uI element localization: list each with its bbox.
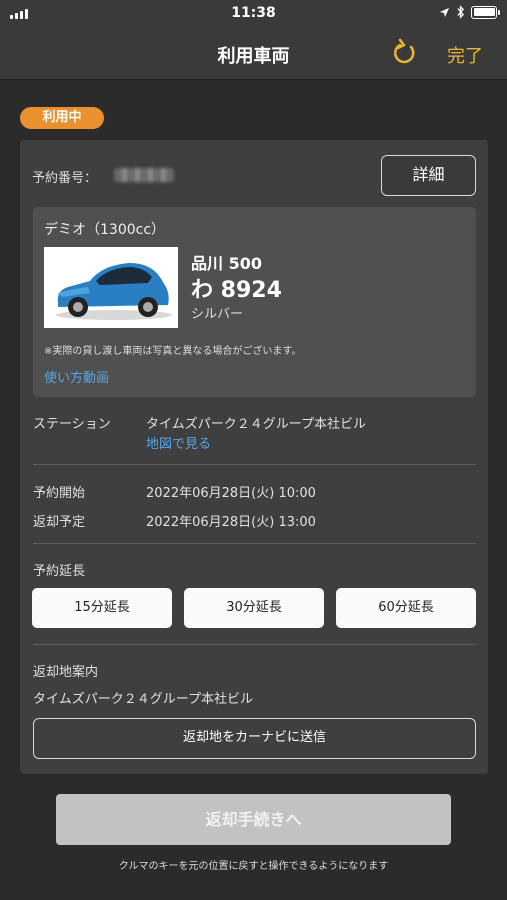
start-label: 予約開始 — [33, 486, 86, 501]
plate-line-1: 品川 500 — [191, 254, 262, 273]
page-title: 利用車両 — [217, 46, 290, 67]
status-icons — [439, 5, 500, 19]
map-link[interactable]: 地図で見る — [146, 433, 211, 452]
car-color: シルバー — [191, 307, 244, 322]
bluetooth-icon — [457, 5, 465, 19]
car-photo — [44, 247, 178, 328]
return-label: 返却予定 — [33, 515, 86, 530]
nav-bar: 利用車両 完了 — [0, 28, 507, 80]
detail-button[interactable]: 詳細 — [381, 155, 476, 196]
car-model: デミオ（1300cc） — [44, 222, 166, 238]
plate-line-2: わ 8924 — [191, 278, 282, 303]
divider — [33, 644, 476, 645]
divider — [33, 543, 476, 544]
footnote: クルマのキーを元の位置に戻すと操作できるようになります — [118, 861, 389, 872]
station-label: ステーション — [33, 417, 111, 432]
return-place-name: タイムズパーク２４グループ本社ビル — [33, 692, 253, 707]
done-button[interactable]: 完了 — [447, 42, 483, 68]
extend-60-button[interactable]: 60分延長 — [336, 588, 476, 628]
extend-30-button[interactable]: 30分延長 — [184, 588, 324, 628]
status-badge: 利用中 — [20, 107, 104, 129]
return-value: 2022年06月28日(火) 13:00 — [146, 515, 316, 530]
howto-video-link[interactable]: 使い方動画 — [44, 367, 109, 386]
reservation-number-label: 予約番号： — [32, 171, 98, 186]
return-place-label: 返却地案内 — [33, 665, 99, 680]
extend-15-button[interactable]: 15分延長 — [32, 588, 172, 628]
reservation-number-redacted — [114, 168, 174, 182]
location-arrow-icon — [439, 7, 450, 17]
refresh-icon[interactable] — [390, 38, 420, 68]
status-time: 11:38 — [231, 5, 276, 21]
station-name: タイムズパーク２４グループ本社ビル — [146, 417, 366, 432]
start-value: 2022年06月28日(火) 10:00 — [146, 486, 316, 501]
extension-label: 予約延長 — [33, 564, 86, 579]
divider — [33, 464, 476, 465]
status-bar: 11:38 — [0, 0, 507, 28]
send-to-navi-button[interactable]: 返却地をカーナビに送信 — [33, 718, 476, 759]
battery-icon — [471, 5, 500, 19]
photo-disclaimer: ※実際の貸し渡し車両は写真と異なる場合がございます。 — [44, 346, 302, 357]
return-procedure-button[interactable]: 返却手続きへ — [56, 794, 451, 845]
